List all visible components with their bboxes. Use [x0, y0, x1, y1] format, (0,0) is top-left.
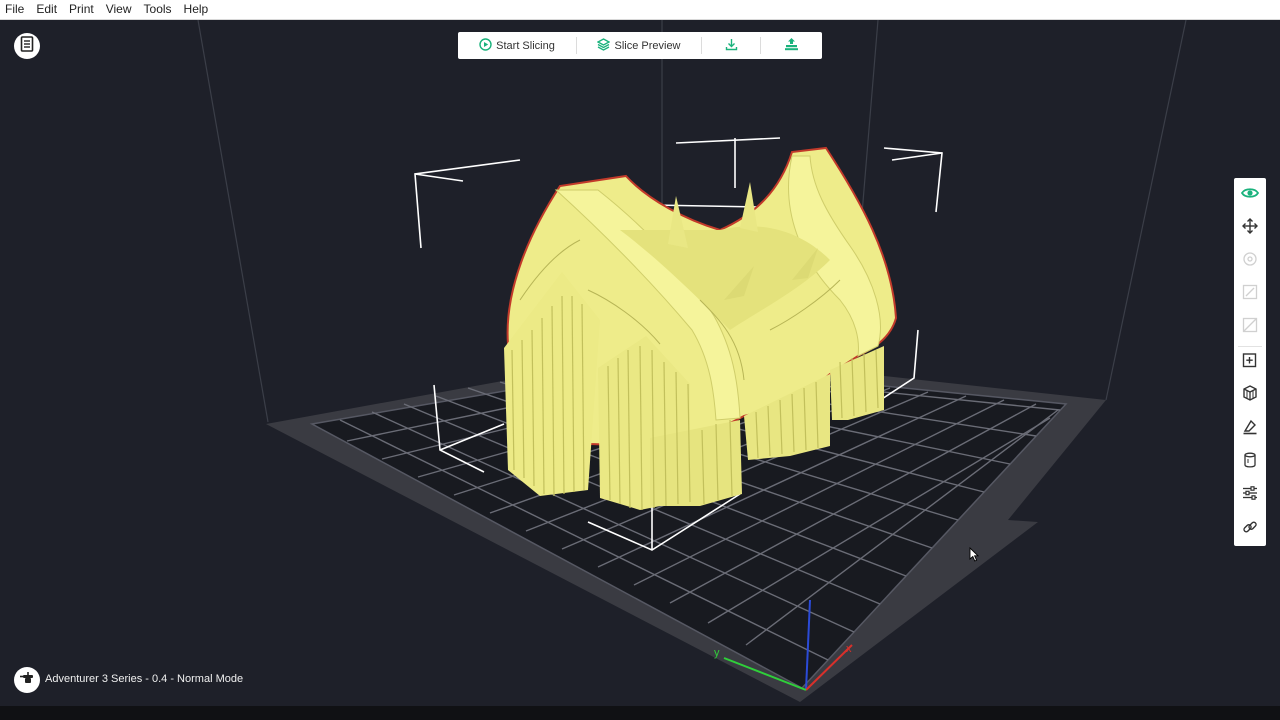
menu-print[interactable]: Print [63, 0, 100, 19]
axis-y-label: y [714, 647, 720, 659]
start-slicing-button[interactable]: Start Slicing [458, 32, 576, 59]
cylinder-icon [1243, 452, 1257, 473]
right-toolbar [1234, 178, 1266, 546]
rotate-icon [1242, 251, 1258, 272]
layers-icon [597, 37, 611, 54]
material-button[interactable] [1234, 449, 1266, 475]
menu-tools[interactable]: Tools [138, 0, 178, 19]
view-button[interactable] [1234, 182, 1266, 208]
move-button[interactable] [1234, 215, 1266, 241]
support-button[interactable] [1234, 416, 1266, 442]
mirror-icon [1242, 317, 1258, 338]
settings-button[interactable] [1234, 482, 1266, 508]
document-icon [20, 35, 34, 57]
link-button[interactable] [1234, 516, 1266, 542]
menu-view[interactable]: View [100, 0, 138, 19]
start-slicing-label: Start Slicing [496, 39, 555, 52]
support-icon [1242, 419, 1258, 440]
add-model-button[interactable] [1234, 349, 1266, 375]
menu-file[interactable]: File [0, 0, 30, 19]
scale-icon [1242, 284, 1258, 305]
printer-upload-icon [784, 37, 799, 54]
menu-help[interactable]: Help [178, 0, 215, 19]
axis-x-label: x [846, 643, 852, 655]
download-icon [725, 38, 738, 54]
bottom-strip [0, 706, 1280, 720]
document-button[interactable] [14, 33, 40, 59]
scale-button[interactable] [1234, 281, 1266, 307]
slicing-toolbar: Start Slicing Slice Preview [458, 32, 822, 59]
mirror-button[interactable] [1234, 314, 1266, 340]
menu-edit[interactable]: Edit [30, 0, 63, 19]
link-icon [1242, 519, 1258, 540]
cubes-icon [1242, 384, 1258, 406]
play-circle-icon [479, 37, 492, 54]
eye-icon [1240, 186, 1260, 204]
3d-viewport[interactable]: y x [0, 20, 1280, 706]
toolbar-divider [1238, 346, 1262, 347]
slice-preview-label: Slice Preview [614, 39, 681, 52]
printer-hand-icon [19, 671, 35, 690]
printer-status-label: Adventurer 3 Series - 0.4 - Normal Mode [45, 673, 244, 685]
menu-bar: File Edit Print View Tools Help [0, 0, 1280, 20]
settings-sliders-icon [1242, 485, 1258, 506]
rotate-button[interactable] [1234, 248, 1266, 274]
export-button[interactable] [702, 32, 760, 59]
add-model-icon [1242, 352, 1258, 373]
send-to-printer-button[interactable] [761, 32, 821, 59]
auto-layout-button[interactable] [1234, 382, 1266, 408]
move-icon [1242, 217, 1258, 239]
scene-render: y x [197, 20, 1187, 702]
printer-status-button[interactable] [14, 667, 40, 693]
slice-preview-button[interactable]: Slice Preview [577, 32, 701, 59]
mouse-cursor-icon [969, 546, 980, 567]
